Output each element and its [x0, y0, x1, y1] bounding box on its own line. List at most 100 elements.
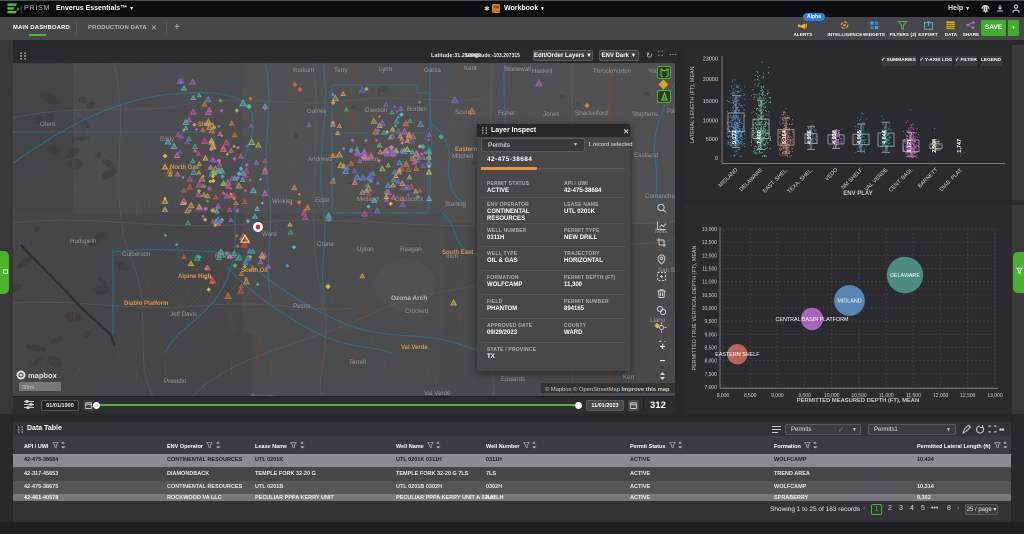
- svg-text:9,172: 9,172: [732, 130, 738, 144]
- svg-text:DELAWARE: DELAWARE: [890, 273, 920, 279]
- svg-text:20000: 20000: [703, 77, 718, 83]
- svg-text:South East: South East: [442, 250, 473, 256]
- svg-text:Mitchell: Mitchell: [452, 153, 473, 160]
- svg-text:TEXA. SHEL.: TEXA. SHEL.: [787, 167, 815, 195]
- svg-text:Throckmorton: Throckmorton: [593, 68, 632, 75]
- svg-text:2,904: 2,904: [932, 138, 938, 153]
- svg-text:13,000: 13,000: [987, 393, 1003, 399]
- svg-text:Haskell: Haskell: [532, 68, 552, 75]
- svg-text:Ward: Ward: [262, 231, 277, 238]
- svg-text:Stonewall: Stonewall: [504, 66, 531, 73]
- svg-text:MIDLAND: MIDLAND: [837, 299, 861, 305]
- svg-text:8,000: 8,000: [717, 393, 730, 399]
- svg-text:15000: 15000: [703, 99, 718, 105]
- svg-text:Jeff Davis: Jeff Davis: [170, 311, 197, 318]
- svg-text:8,500: 8,500: [744, 393, 757, 399]
- svg-text:30mi: 30mi: [22, 385, 34, 391]
- svg-text:Gaines: Gaines: [307, 108, 327, 115]
- svg-text:10,000: 10,000: [702, 306, 718, 312]
- svg-text:Upton: Upton: [357, 246, 374, 253]
- svg-text:Palo: Palo: [667, 108, 675, 115]
- svg-text:9,000: 9,000: [704, 332, 717, 338]
- svg-text:DELAWARE: DELAWARE: [739, 167, 765, 193]
- svg-text:Pecos: Pecos: [293, 303, 310, 310]
- svg-text:12,000: 12,000: [933, 393, 949, 399]
- svg-text:10000: 10000: [703, 118, 718, 124]
- svg-text:Presidio: Presidio: [164, 378, 187, 385]
- svg-text:PERMITTED MEASURED DEPTH (FT),: PERMITTED MEASURED DEPTH (FT), MEAN: [797, 398, 919, 404]
- svg-text:NM SHELF: NM SHELF: [841, 167, 865, 191]
- svg-text:Terrell: Terrell: [349, 359, 366, 366]
- svg-text:EASTERN SHELF: EASTERN SHELF: [715, 352, 760, 358]
- svg-text:Kerr: Kerr: [623, 374, 635, 381]
- svg-text:8,000: 8,000: [704, 359, 717, 365]
- svg-text:Comanche: Comanche: [645, 193, 675, 200]
- svg-text:Glasscock: Glasscock: [395, 196, 424, 203]
- svg-text:Fisher: Fisher: [498, 110, 515, 117]
- svg-text:VAL VERDE: VAL VERDE: [864, 167, 890, 193]
- svg-text:© Mapbox © OpenStreetMap Impro: © Mapbox © OpenStreetMap Improve this ma…: [545, 386, 670, 393]
- svg-text:Ector: Ector: [315, 197, 329, 204]
- svg-text:CENTRAL BASIN PLATFORM: CENTRAL BASIN PLATFORM: [775, 317, 849, 323]
- svg-text:Yoakum: Yoakum: [292, 67, 314, 74]
- svg-text:9,500: 9,500: [704, 319, 717, 325]
- svg-text:PERMITTED TRUE VERTICAL DEPTH: PERMITTED TRUE VERTICAL DEPTH (FT), MEAN: [692, 245, 698, 370]
- svg-text:VEDO: VEDO: [824, 167, 840, 183]
- svg-text:4,844: 4,844: [882, 129, 888, 144]
- svg-text:Garza: Garza: [424, 67, 441, 74]
- svg-text:12,500: 12,500: [702, 240, 718, 246]
- svg-text:12,000: 12,000: [702, 253, 718, 259]
- svg-text:Howard: Howard: [410, 155, 432, 162]
- svg-text:10,500: 10,500: [702, 293, 718, 299]
- svg-text:Martin: Martin: [361, 156, 379, 163]
- svg-text:ENV PLAY: ENV PLAY: [843, 191, 872, 197]
- svg-text:Diablo Platform: Diablo Platform: [124, 301, 168, 307]
- svg-text:LATERAL LENGTH (FT), MEAN: LATERAL LENGTH (FT), MEAN: [690, 66, 696, 143]
- svg-text:12,500: 12,500: [960, 393, 976, 399]
- svg-text:DIAB. PLAT.: DIAB. PLAT.: [939, 167, 965, 193]
- svg-text:8,500: 8,500: [704, 345, 717, 351]
- svg-text:Eddy: Eddy: [160, 136, 175, 143]
- svg-text:Borden: Borden: [407, 106, 428, 113]
- svg-text:7,400: 7,400: [757, 130, 763, 144]
- svg-text:Terry: Terry: [334, 67, 349, 74]
- svg-text:CENT. BASI.: CENT. BASI.: [888, 167, 915, 194]
- svg-text:Stephens: Stephens: [632, 111, 658, 118]
- svg-text:Dawson: Dawson: [365, 107, 388, 114]
- svg-text:Reagan: Reagan: [400, 246, 422, 253]
- svg-text:4,938: 4,938: [832, 130, 838, 144]
- svg-text:Midland: Midland: [357, 196, 379, 203]
- svg-text:5000: 5000: [706, 137, 718, 143]
- svg-text:Shackelford: Shackelford: [575, 110, 608, 117]
- svg-text:mapbox: mapbox: [28, 371, 58, 380]
- svg-text:3,121: 3,121: [907, 139, 913, 153]
- svg-text:Andrews: Andrews: [308, 156, 332, 163]
- svg-text:Sterling: Sterling: [445, 201, 467, 208]
- svg-text:1,747: 1,747: [957, 139, 963, 153]
- svg-text:Crane: Crane: [317, 241, 334, 248]
- svg-text:Otero: Otero: [40, 121, 56, 128]
- svg-text:4,996: 4,996: [807, 130, 813, 144]
- svg-text:Alpine High: Alpine High: [178, 274, 212, 280]
- svg-text:Hudspeth: Hudspeth: [70, 238, 97, 245]
- svg-text:5,164: 5,164: [782, 129, 788, 144]
- svg-text:7,000: 7,000: [704, 385, 717, 391]
- svg-text:Val Verde: Val Verde: [401, 345, 428, 351]
- svg-text:0: 0: [715, 156, 718, 162]
- svg-text:11,000: 11,000: [702, 280, 717, 286]
- svg-text:BARNETT: BARNETT: [917, 167, 940, 190]
- svg-text:Kent: Kent: [464, 65, 477, 72]
- svg-text:Jones: Jones: [543, 111, 560, 118]
- svg-text:Slope: Slope: [198, 122, 215, 128]
- svg-text:MIDLAND: MIDLAND: [718, 167, 740, 189]
- svg-text:Edwards: Edwards: [501, 376, 525, 383]
- svg-text:Lynn: Lynn: [379, 66, 393, 73]
- svg-text:Eastland: Eastland: [634, 152, 659, 159]
- svg-text:9,000: 9,000: [771, 393, 784, 399]
- svg-text:Reeves: Reeves: [215, 253, 236, 260]
- svg-text:North Gas: North Gas: [170, 165, 200, 171]
- svg-text:23000: 23000: [703, 56, 718, 62]
- svg-text:4,965: 4,965: [857, 130, 863, 144]
- svg-text:Winkler: Winkler: [272, 198, 293, 205]
- svg-text:11,500: 11,500: [702, 267, 717, 273]
